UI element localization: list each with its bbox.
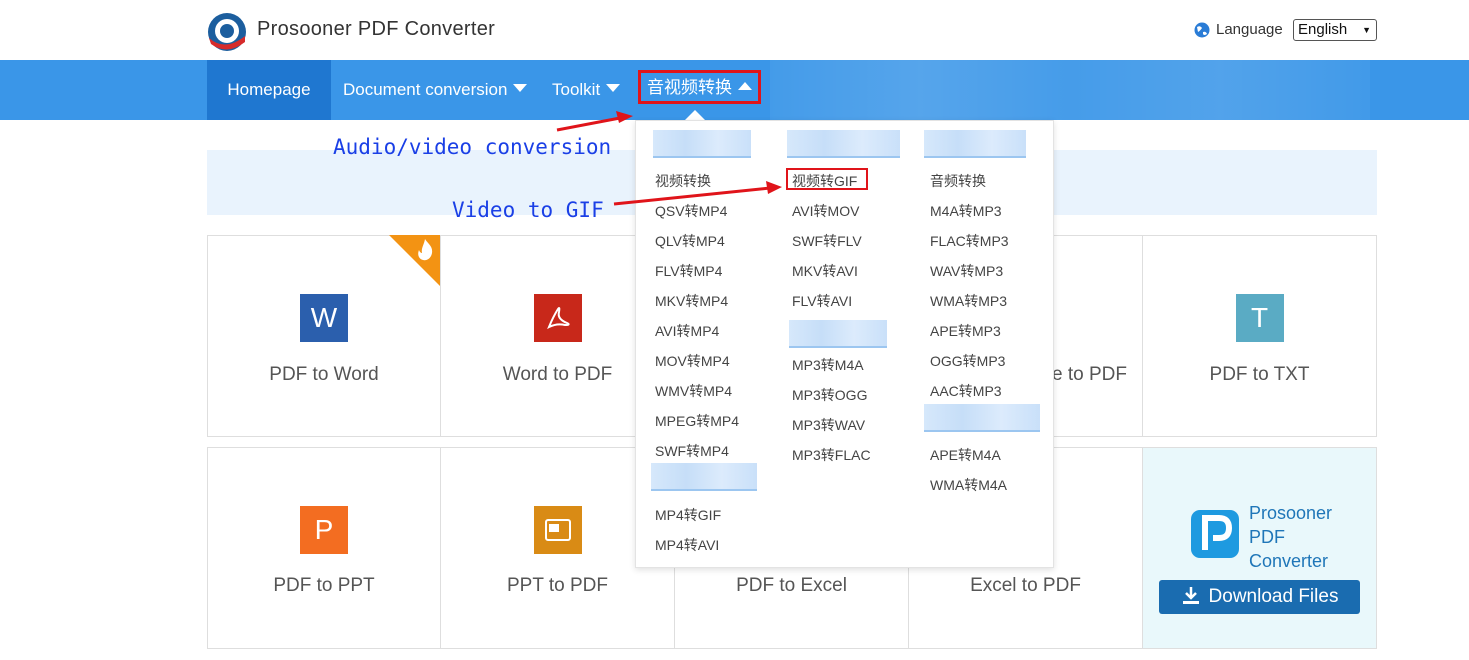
- nav-audio-video[interactable]: 音视频转换: [638, 70, 761, 104]
- dropdown-notch: [685, 110, 705, 120]
- download-app-name: Prosooner PDF Converter: [1249, 501, 1332, 573]
- language-label-group: Language: [1194, 21, 1283, 38]
- nav-homepage[interactable]: Homepage: [207, 60, 331, 120]
- download-app-name-line2: PDF: [1249, 527, 1285, 547]
- dropdown-link[interactable]: 视频转换: [655, 171, 711, 191]
- card-label: Excel to PDF: [970, 575, 1081, 596]
- dropdown-link[interactable]: MP3转WAV: [792, 415, 865, 435]
- nav-document-conversion-label: Document conversion: [343, 80, 508, 99]
- caret-down-icon: [606, 84, 621, 92]
- card-label: PDF to PPT: [273, 575, 375, 596]
- dropdown-link[interactable]: QSV转MP4: [655, 201, 727, 221]
- dropdown-section-header: [924, 404, 1040, 432]
- dropdown-link[interactable]: APE转M4A: [930, 445, 1001, 465]
- nav-toolkit-label: Toolkit: [552, 80, 601, 99]
- download-app-name-line1: Prosooner: [1249, 503, 1333, 523]
- dropdown-link[interactable]: MP3转M4A: [792, 355, 864, 375]
- dropdown-link[interactable]: MKV转AVI: [792, 261, 858, 281]
- dropdown-section-header: [787, 130, 900, 158]
- flame-icon: [418, 239, 433, 261]
- language-select[interactable]: English ▼: [1293, 19, 1377, 41]
- dropdown-link[interactable]: AAC转MP3: [930, 381, 1002, 401]
- globe-icon: [1194, 22, 1210, 37]
- download-icon: [1182, 587, 1199, 604]
- dropdown-link[interactable]: WAV转MP3: [930, 261, 1003, 281]
- dropdown-link[interactable]: M4A转MP3: [930, 201, 1002, 221]
- dropdown-link[interactable]: MOV转MP4: [655, 351, 730, 371]
- word-icon: W: [300, 294, 348, 342]
- dropdown-link[interactable]: SWF转MP4: [655, 441, 729, 461]
- card-pdf-to-ppt[interactable]: P PDF to PPT: [207, 447, 441, 649]
- nav-audio-video-label: 音视频转换: [647, 78, 732, 97]
- card-label: PDF to Excel: [736, 575, 847, 596]
- language-select-value: English: [1298, 21, 1348, 38]
- pdf-icon: [533, 294, 582, 342]
- dropdown-link[interactable]: AVI转MOV: [792, 201, 859, 221]
- dropdown-section-header: [653, 130, 751, 158]
- download-app-name-line3: Converter: [1249, 551, 1329, 571]
- dropdown-link[interactable]: AVI转MP4: [655, 321, 719, 341]
- dropdown-link[interactable]: MP3转OGG: [792, 385, 867, 405]
- dropdown-link[interactable]: FLV转AVI: [792, 291, 852, 311]
- app-logo-icon[interactable]: [207, 12, 247, 52]
- nav-document-conversion[interactable]: Document conversion: [343, 60, 528, 120]
- app-title[interactable]: Prosooner PDF Converter: [257, 18, 495, 41]
- prosooner-logo-icon: [1191, 510, 1239, 558]
- txt-icon: T: [1235, 294, 1284, 342]
- download-files-button[interactable]: Download Files: [1159, 580, 1360, 614]
- nav-toolkit[interactable]: Toolkit: [552, 60, 621, 120]
- card-label: e to PDF: [1052, 364, 1127, 385]
- video-to-gif-highlight: [786, 168, 868, 190]
- ppt-pdf-icon: [533, 506, 582, 554]
- ppt-icon: P: [300, 506, 348, 554]
- dropdown-link[interactable]: FLAC转MP3: [930, 231, 1009, 251]
- dropdown-arrow-icon: ▼: [1362, 25, 1371, 35]
- download-card: Prosooner PDF Converter Download Files: [1142, 447, 1377, 649]
- card-label: PPT to PDF: [506, 575, 608, 596]
- dropdown-section-header: [789, 320, 887, 348]
- dropdown-section-header: [924, 130, 1026, 158]
- dropdown-link[interactable]: MP4转AVI: [655, 535, 719, 555]
- dropdown-link[interactable]: QLV转MP4: [655, 231, 725, 251]
- dropdown-link[interactable]: 音频转换: [930, 171, 986, 191]
- dropdown-link[interactable]: FLV转MP4: [655, 261, 722, 281]
- dropdown-section-header: [651, 463, 757, 491]
- dropdown-link[interactable]: APE转MP3: [930, 321, 1001, 341]
- dropdown-link[interactable]: OGG转MP3: [930, 351, 1005, 371]
- top-header: Prosooner PDF Converter Language English…: [0, 0, 1469, 60]
- blurred-nav-area: [770, 60, 1370, 120]
- card-pdf-to-word[interactable]: W PDF to Word: [207, 235, 441, 437]
- dropdown-link[interactable]: SWF转FLV: [792, 231, 862, 251]
- card-pdf-to-txt[interactable]: T PDF to TXT: [1142, 235, 1377, 437]
- dropdown-link[interactable]: MP4转GIF: [655, 505, 721, 525]
- language-label: Language: [1216, 21, 1283, 38]
- download-button-label: Download Files: [1208, 586, 1339, 607]
- dropdown-link[interactable]: MP3转FLAC: [792, 445, 871, 465]
- caret-down-icon: [513, 84, 528, 92]
- dropdown-link[interactable]: WMA转M4A: [930, 475, 1007, 495]
- dropdown-link[interactable]: MKV转MP4: [655, 291, 728, 311]
- dropdown-link[interactable]: MPEG转MP4: [655, 411, 739, 431]
- card-label: PDF to Word: [269, 364, 379, 385]
- dropdown-link[interactable]: WMA转MP3: [930, 291, 1007, 311]
- dropdown-link[interactable]: WMV转MP4: [655, 381, 732, 401]
- annotation-video-to-gif: Video to GIF: [452, 198, 604, 222]
- caret-up-icon: [738, 82, 752, 90]
- annotation-audio-video: Audio/video conversion: [333, 135, 612, 159]
- card-label: PDF to TXT: [1209, 364, 1310, 385]
